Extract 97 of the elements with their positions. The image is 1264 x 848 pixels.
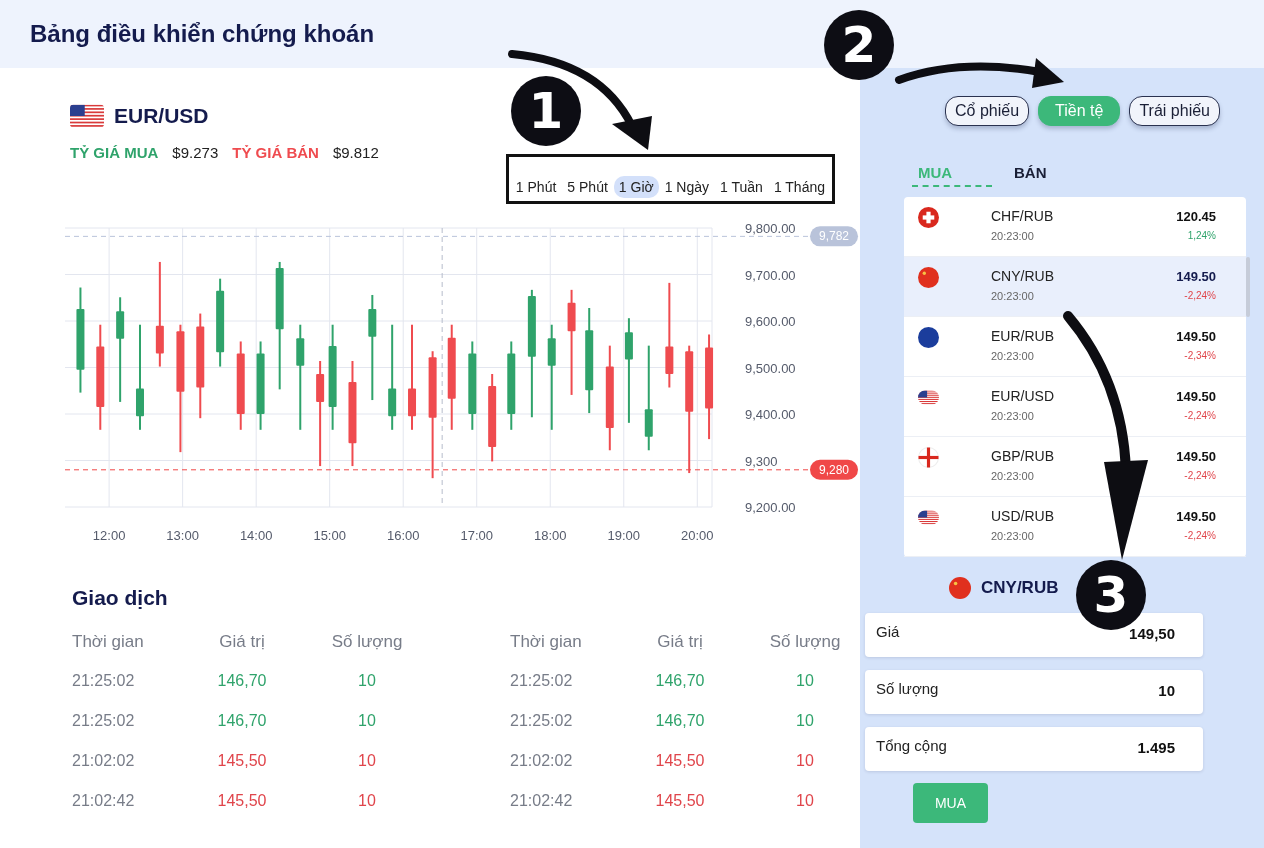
sell-rate-value: $9.812: [332, 144, 379, 161]
table-cell-text: 21:02:02: [72, 752, 136, 771]
table-cell-text: 146,70: [216, 672, 268, 691]
quote-price: 120.45: [1176, 209, 1216, 224]
section-title: Giao dịch: [72, 586, 169, 610]
y-axis-label: 9,300: [745, 453, 778, 469]
quote-pair: USD/RUB: [991, 508, 1055, 524]
table-cell-text: 10: [795, 712, 815, 731]
quote-pair: EUR/USD: [991, 388, 1055, 404]
quote-time: 20:23:00: [991, 410, 1035, 422]
quote-time: 20:23:00: [991, 530, 1035, 542]
y-axis-label: 9,800.00: [745, 221, 796, 236]
ref-line-label: 9,782: [818, 229, 850, 244]
x-axis-label: 16:00: [386, 528, 420, 543]
x-axis-label: 14:00: [239, 528, 273, 543]
table-cell-text: 145,50: [216, 752, 268, 771]
table-cell-text: 21:25:02: [72, 712, 136, 731]
x-axis-label: 17:00: [460, 528, 493, 543]
quote-time: 20:23:00: [991, 350, 1035, 362]
table-cell-text: 21:02:02: [510, 752, 574, 771]
x-axis-label: 12:00: [92, 528, 126, 543]
quote-change: -2,24%: [1184, 410, 1216, 421]
quote-pair: CNY/RUB: [991, 268, 1055, 284]
sell-rate-label: TỶ GIÁ BÁN: [232, 144, 319, 161]
table-cell-text: 10: [357, 712, 377, 731]
table-cell-text: 146,70: [654, 672, 706, 691]
quote-pair: GBP/RUB: [991, 448, 1055, 464]
market-tab[interactable]: Cổ phiếu: [945, 96, 1030, 126]
x-axis-label: 18:00: [534, 528, 567, 543]
y-axis-label: 9,600.00: [745, 314, 796, 329]
quote-time: 20:23:00: [991, 230, 1035, 242]
order-pair-title: CNY/RUB: [981, 578, 1059, 598]
column-header: Thời gian: [510, 632, 583, 653]
timeframe-tab[interactable]: 1 Phút: [510, 176, 562, 198]
pair-title: EUR/USD: [114, 104, 209, 128]
column-header: Số lượng: [330, 632, 404, 653]
column-header: Giá trị: [218, 632, 266, 653]
y-axis-label: 9,500.00: [745, 360, 796, 376]
quote-pair: CHF/RUB: [991, 208, 1055, 224]
input-field[interactable]: Số lượng 10: [865, 670, 1203, 714]
table-cell-text: 21:25:02: [510, 672, 574, 691]
table-cell-text: 21:25:02: [510, 712, 574, 731]
quote-time: 20:23:00: [991, 290, 1035, 302]
table-cell-text: 146,70: [654, 712, 706, 731]
input-field[interactable]: Tổng cộng 1.495: [865, 727, 1203, 771]
quote-price: 149.50: [1176, 389, 1216, 404]
quote-price: 149.50: [1176, 329, 1216, 344]
side-tab[interactable]: BÁN: [1008, 160, 1104, 187]
price-tag: 9,782: [810, 226, 858, 247]
timeframe-tab[interactable]: 5 Phút: [562, 176, 613, 198]
table-cell-text: 145,50: [216, 792, 268, 811]
table-cell-text: 10: [795, 752, 815, 771]
input-field[interactable]: Giá 149,50: [865, 613, 1203, 657]
table-cell-text: 10: [795, 672, 815, 691]
ref-line-label: 9,280: [818, 462, 850, 477]
timeframe-tab[interactable]: 1 Ngày: [659, 176, 715, 198]
market-tab[interactable]: Trái phiếu: [1129, 96, 1220, 126]
quote-price: 149.50: [1176, 449, 1216, 464]
y-axis-label: 9,700.00: [745, 267, 796, 283]
table-cell-text: 21:02:42: [72, 792, 136, 811]
buy-rate-value: $9.273: [172, 144, 219, 161]
y-axis-label: 9,200.00: [745, 500, 796, 515]
quote-change: -2,24%: [1184, 530, 1216, 541]
quote-pair: EUR/RUB: [991, 328, 1055, 344]
quote-change: -2,34%: [1184, 350, 1216, 361]
column-header: Giá trị: [656, 632, 704, 653]
x-axis-label: 15:00: [313, 528, 346, 543]
quote-price: 149.50: [1176, 269, 1216, 284]
table-cell-text: 10: [795, 792, 815, 811]
table-cell-text: 146,70: [216, 712, 268, 731]
buy-rate-label: TỶ GIÁ MUA: [70, 144, 159, 161]
quote-change: -2,24%: [1184, 290, 1216, 301]
table-cell-text: 145,50: [654, 752, 706, 771]
y-axis-label: 9,400.00: [745, 407, 796, 422]
table-cell-text: 10: [357, 752, 377, 771]
quote-time: 20:23:00: [991, 470, 1035, 482]
column-header: Thời gian: [72, 632, 145, 653]
quote-change: -2,24%: [1184, 470, 1216, 481]
table-cell-text: 145,50: [654, 792, 706, 811]
timeframe-tab[interactable]: 1 Giờ: [613, 176, 659, 198]
column-header: Số lượng: [768, 632, 842, 653]
table-cell-text: 21:02:42: [510, 792, 574, 811]
x-axis-label: 13:00: [166, 528, 199, 543]
timeframe-tab[interactable]: 1 Tuần: [715, 176, 768, 198]
page-title: Bảng điều khiển chứng khoán: [30, 20, 375, 48]
quote-row[interactable]: EUR/USD 20:23:00 149.50 -2,24%: [904, 377, 1246, 437]
table-cell-text: 21:25:02: [72, 672, 136, 691]
quote-row[interactable]: EUR/RUB 20:23:00 149.50 -2,34%: [904, 317, 1246, 377]
x-axis-label: 20:00: [681, 528, 714, 543]
x-axis-label: 19:00: [607, 528, 641, 543]
timeframe-tab[interactable]: 1 Tháng: [768, 176, 830, 198]
price-tag: 9,280: [810, 459, 858, 480]
table-cell-text: 10: [357, 792, 377, 811]
quote-row[interactable]: CNY/RUB 20:23:00 149.50 -2,24%: [904, 257, 1246, 317]
quote-price: 149.50: [1176, 509, 1216, 524]
table-cell-text: 10: [357, 672, 377, 691]
quote-change: 1,24%: [1187, 230, 1216, 241]
